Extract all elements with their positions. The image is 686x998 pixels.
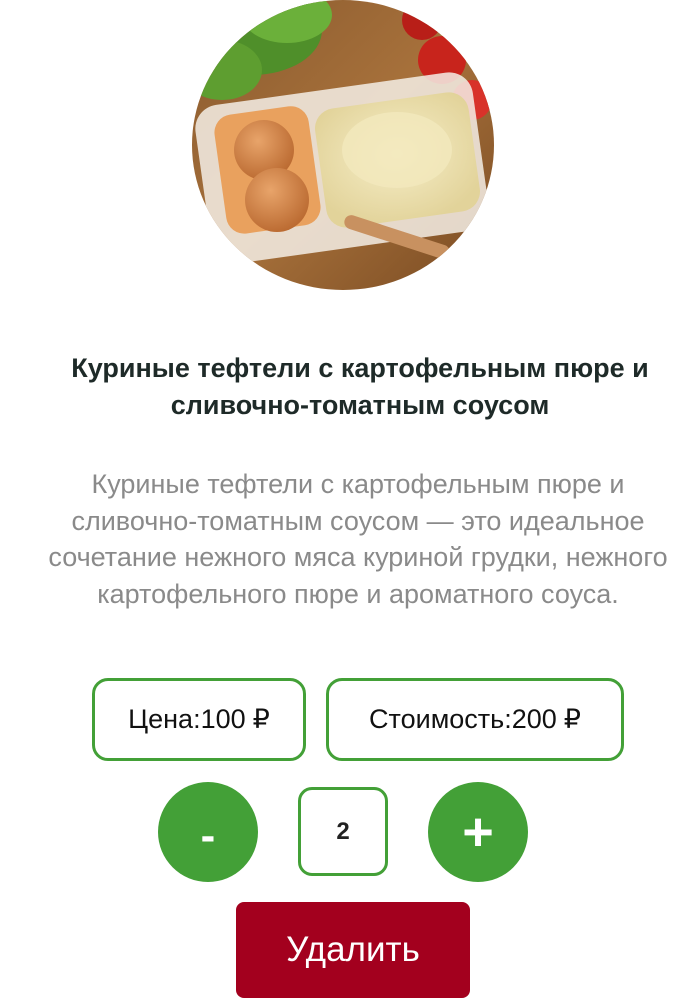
dish-photo bbox=[192, 0, 494, 290]
unit-price-value: 100 bbox=[200, 704, 246, 734]
unit-price-label: Цена: bbox=[128, 704, 201, 734]
increment-button[interactable]: + bbox=[428, 782, 528, 882]
unit-price-box: Цена: 100 ₽ bbox=[92, 678, 306, 761]
ruble-sign: ₽ bbox=[563, 704, 581, 734]
ruble-sign: ₽ bbox=[252, 704, 270, 734]
delete-button[interactable]: Удалить bbox=[236, 902, 470, 998]
total-price-value: 200 bbox=[511, 704, 557, 734]
dish-photo-illustration bbox=[192, 0, 494, 290]
product-title: Куриные тефтели с картофельным пюре и сл… bbox=[71, 353, 649, 420]
product-description: Куриные тефтели с картофельным пюре и сл… bbox=[48, 469, 668, 609]
total-price-box: Стоимость: 200 ₽ bbox=[326, 678, 624, 761]
total-price-label: Стоимость: bbox=[369, 704, 512, 734]
decrement-button[interactable]: - bbox=[158, 782, 258, 882]
quantity-field[interactable]: 2 bbox=[298, 787, 388, 876]
cart-item-card: Куриные тефтели с картофельным пюре и сл… bbox=[0, 0, 686, 998]
